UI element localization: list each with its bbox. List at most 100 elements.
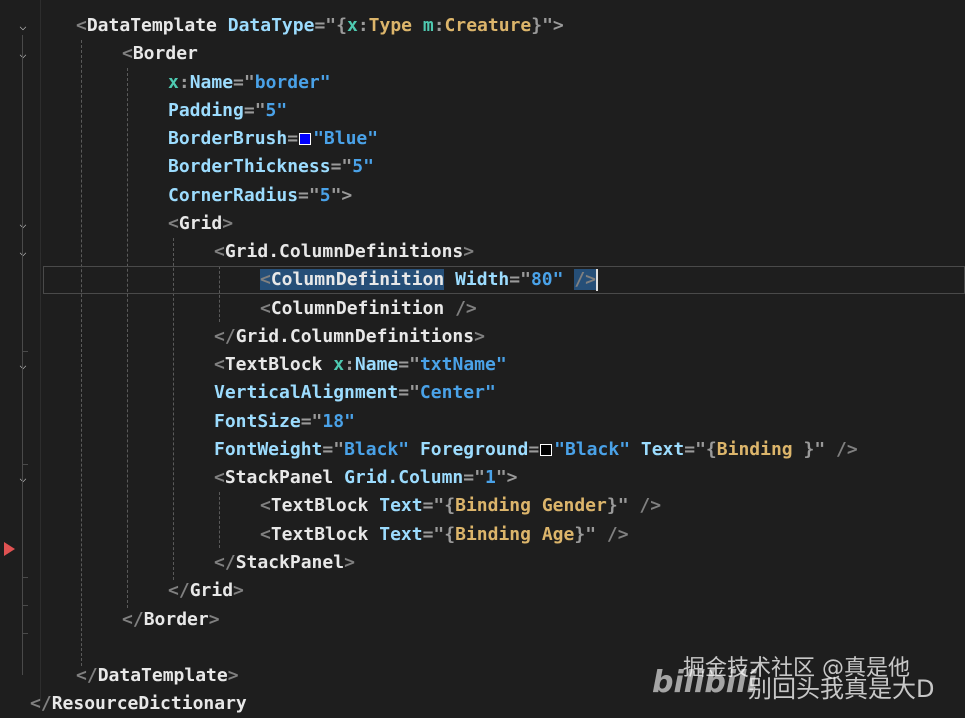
value-column: 1 (484, 467, 496, 488)
tag-open-bracket: < (260, 495, 271, 516)
element-textblock: TextBlock (270, 524, 369, 545)
value-width: 80 (530, 269, 553, 290)
colon: : (344, 354, 355, 375)
attr-name: Name (189, 72, 234, 93)
quote: " (554, 439, 565, 460)
color-swatch-blue-icon[interactable] (299, 133, 312, 145)
code-line-11[interactable]: <ColumnDefinition /> (260, 295, 477, 323)
gutter-divider (40, 0, 41, 701)
brace-open: { (705, 439, 717, 460)
equals: = (528, 439, 540, 460)
attr-fontweight: FontWeight (214, 439, 323, 460)
attr-verticalalignment: VerticalAlignment (214, 382, 399, 403)
code-line-22[interactable]: </Border> (122, 606, 220, 634)
quote: " (367, 128, 379, 149)
color-swatch-black-icon[interactable] (540, 444, 553, 456)
tag-end-open: </ (76, 665, 98, 686)
quote: " (585, 524, 597, 545)
breakpoint-arrow-icon[interactable] (4, 542, 15, 556)
code-line-1[interactable]: <DataTemplate DataType="{x:Type m:Creatu… (76, 12, 564, 40)
tag-end-open: </ (214, 552, 236, 573)
code-line-12[interactable]: </Grid.ColumnDefinitions> (214, 323, 485, 351)
equals-quote: =" (314, 15, 337, 36)
code-line-7[interactable]: CornerRadius="5"> (168, 182, 352, 210)
code-line-17[interactable]: <StackPanel Grid.Column="1"> (214, 464, 518, 492)
brace-close: } (531, 15, 543, 36)
quote: " (814, 439, 826, 460)
markup-binding: Binding (455, 495, 531, 516)
tag-close-bracket: > (233, 580, 244, 601)
code-line-3[interactable]: x:Name="border" (168, 69, 331, 97)
attr-text: Text (640, 439, 685, 460)
quote: " (552, 269, 564, 290)
quote-close-bracket: "> (495, 467, 518, 488)
element-datatemplate: DataTemplate (86, 15, 217, 36)
fold-toggle-grid[interactable]: ⌵ (16, 217, 30, 231)
watermark-bilibili-user: 别回头我真是大D (748, 675, 935, 703)
tag-end-open: </ (30, 693, 52, 714)
code-line-13[interactable]: <TextBlock x:Name="txtName" (214, 351, 507, 379)
tag-close-bracket: > (227, 665, 239, 686)
attr-padding: Padding (168, 100, 244, 121)
markup-binding: Binding (455, 524, 531, 545)
code-line-5[interactable]: BorderBrush= "Blue" (168, 125, 378, 153)
code-line-23[interactable]: </DataTemplate> (76, 662, 239, 690)
code-line-20[interactable]: </StackPanel> (214, 549, 355, 577)
fold-region-end (22, 633, 28, 634)
bilibili-logo: bilibili (652, 665, 757, 700)
tag-open-bracket: < (122, 43, 133, 64)
code-line-14[interactable]: VerticalAlignment="Center" (214, 379, 496, 407)
code-line-10[interactable]: <ColumnDefinition Width="80" /> (260, 266, 599, 294)
code-line-6[interactable]: BorderThickness="5" (168, 153, 374, 181)
quote: " (319, 72, 331, 93)
code-line-24[interactable]: </ResourceDictionary (30, 690, 247, 718)
code-line-16[interactable]: FontWeight="Black" Foreground= "Black" Te… (214, 436, 858, 464)
attr-grid-column: Grid.Column (344, 467, 464, 488)
element-border: Border (132, 43, 198, 64)
tag-open-bracket: < (260, 298, 271, 319)
quote: " (344, 411, 355, 432)
fold-toggle-column-definitions[interactable]: ⌵ (16, 245, 30, 259)
code-line-21[interactable]: </Grid> (168, 577, 244, 605)
tag-open-bracket: < (260, 269, 271, 290)
ns-prefix-x: x (168, 72, 179, 93)
code-line-15[interactable]: FontSize="18" (214, 408, 355, 436)
tag-end-open: </ (168, 580, 190, 601)
code-line-8[interactable]: <Grid> (168, 210, 233, 238)
fold-toggle-stackpanel[interactable]: ⌵ (16, 471, 30, 485)
tag-open-bracket: < (214, 354, 225, 375)
tag-open-bracket: < (168, 213, 179, 234)
equals-quote: =" (398, 354, 420, 375)
tag-close-bracket: > (222, 213, 234, 234)
markup-creature: Creature (444, 15, 532, 36)
attr-borderthickness: BorderThickness (168, 156, 331, 177)
code-line-2[interactable]: <Border (122, 40, 198, 68)
attr-cornerradius: CornerRadius (168, 185, 299, 206)
attr-fontsize: FontSize (214, 411, 301, 432)
element-grid: Grid (178, 213, 223, 234)
equals-quote: =" (233, 72, 255, 93)
code-line-19[interactable]: <TextBlock Text="{Binding Age}" /> (260, 521, 629, 549)
quote: " (619, 439, 631, 460)
chevron-down-icon: ⌵ (19, 19, 27, 33)
fold-toggle-border[interactable]: ⌵ (16, 47, 30, 61)
attr-borderbrush: BorderBrush (168, 128, 288, 149)
markup-type: Type (368, 15, 413, 36)
markup-binding: Binding (716, 439, 793, 460)
equals-quote: =" (398, 382, 420, 403)
fold-region-end (22, 577, 28, 578)
ns-prefix-x: x (333, 354, 345, 375)
tag-close-bracket: > (463, 241, 475, 262)
code-line-18[interactable]: <TextBlock Text="{Binding Gender}" /> (260, 492, 661, 520)
equals-quote: =" (463, 467, 485, 488)
fold-toggle-datatemplate[interactable]: ⌵ (16, 19, 30, 33)
fold-toggle-textblock[interactable]: ⌵ (16, 358, 30, 372)
equals-quote: =" (684, 439, 706, 460)
tag-open-bracket: < (76, 15, 87, 36)
tag-self-close: /> (639, 495, 662, 516)
code-line-4[interactable]: Padding="5" (168, 97, 287, 125)
code-line-9[interactable]: <Grid.ColumnDefinitions> (214, 238, 474, 266)
element-columndefinition: ColumnDefinition (270, 269, 445, 290)
value-blue: Blue (323, 128, 368, 149)
value-fontsize: 18 (322, 411, 345, 432)
